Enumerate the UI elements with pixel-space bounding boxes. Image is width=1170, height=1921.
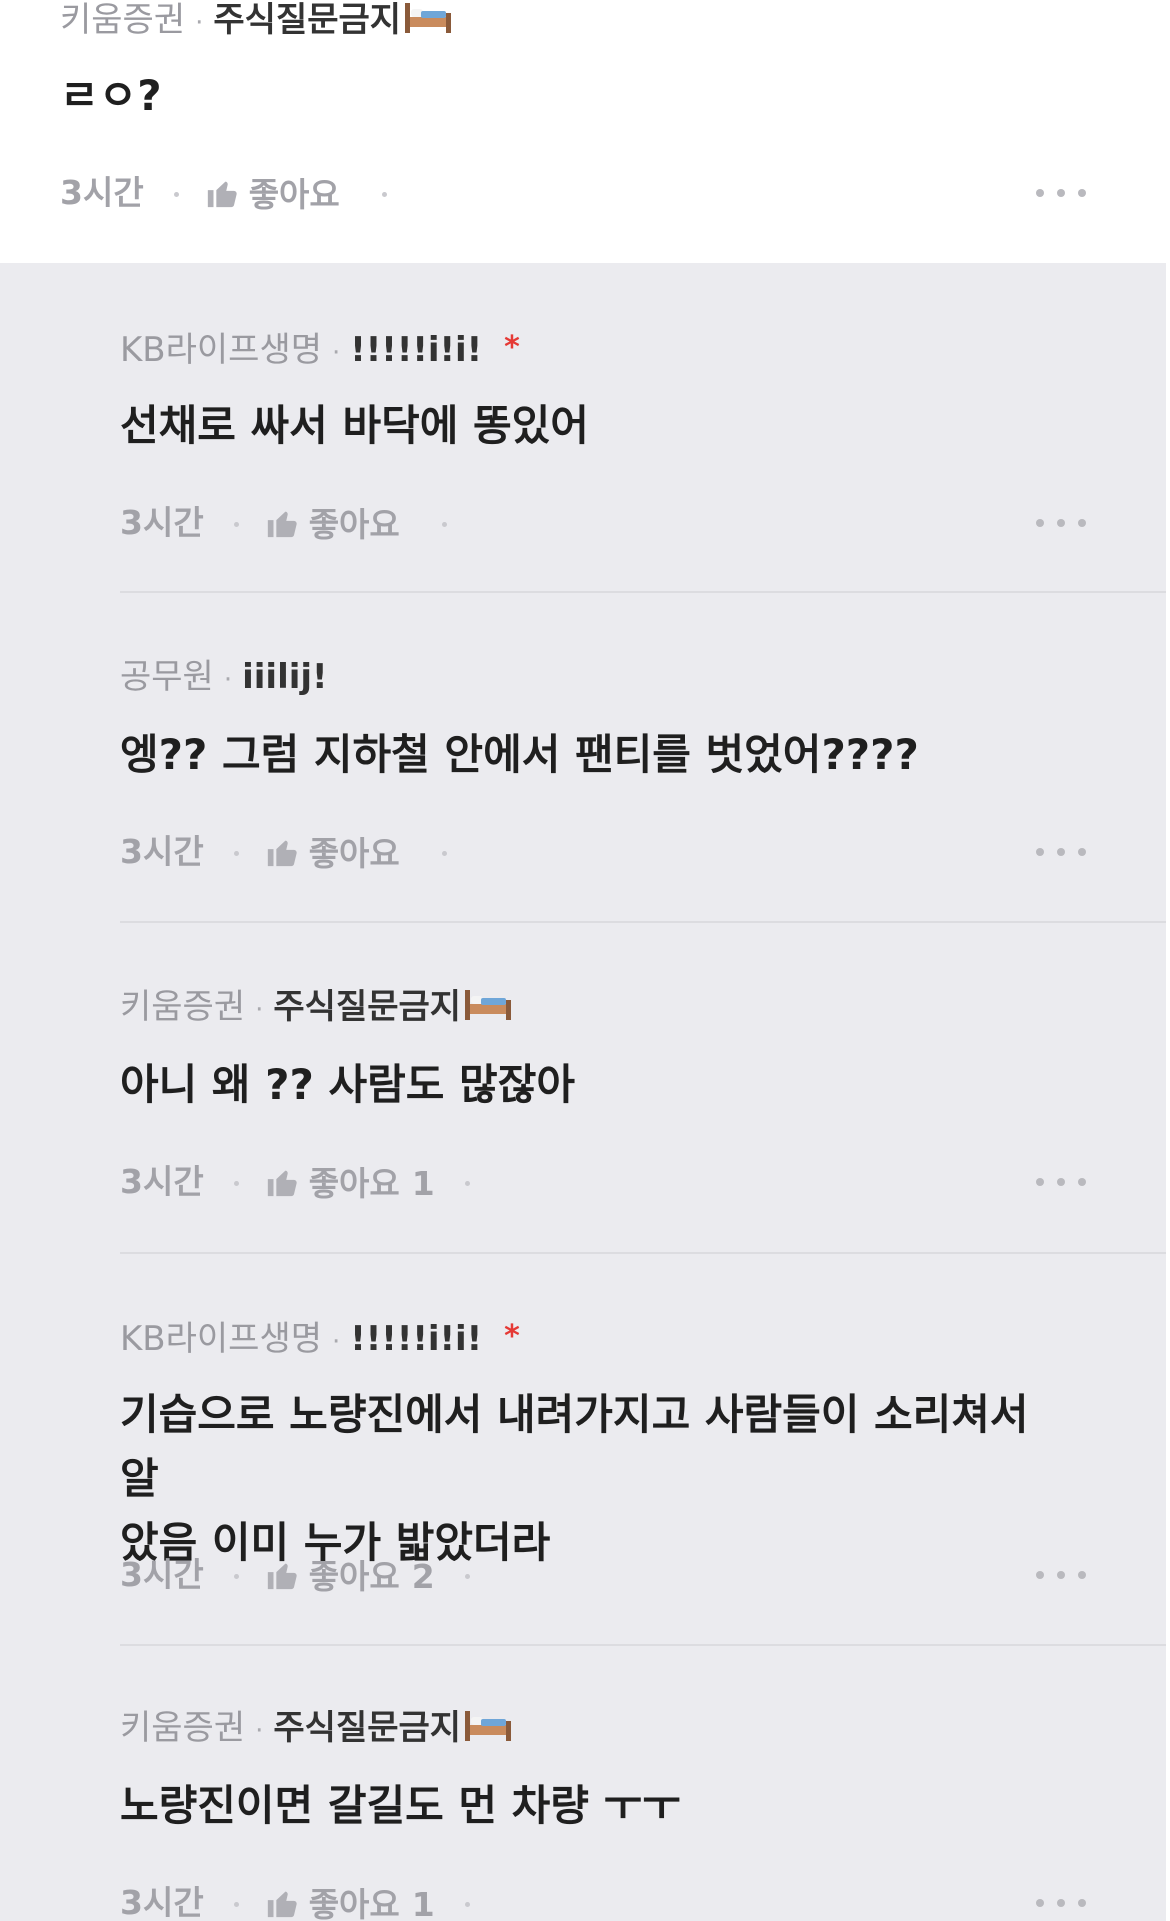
like-label: 좋아요 [308, 504, 400, 544]
more-options-button[interactable] [1036, 168, 1086, 218]
author-company: 키움증권 [120, 987, 246, 1027]
author-company: KB라이프생명 [120, 1319, 323, 1359]
comment-text: 기습으로 노량진에서 내려가지고 사람들이 소리쳐서 알 았음 이미 누가 밟았… [120, 1390, 1029, 1567]
like-label: 좋아요 [308, 1884, 400, 1921]
reply-comment: 키움증권 · 주식질문금지 노량진이면 갈길도 먼 차량 ㅜㅜ 3시간 좋아요 1 [0, 1646, 1166, 1921]
separator-dot [233, 1902, 239, 1907]
comment-footer: 3시간 좋아요 [120, 827, 1120, 877]
more-options-button[interactable] [1036, 1878, 1086, 1921]
author-nickname[interactable]: 주식질문금지 [273, 1708, 461, 1748]
comment-author: 키움증권 · 주식질문금지 [120, 985, 513, 1029]
comment-footer: 3시간 좋아요 2 [120, 1550, 1120, 1600]
asterisk-badge: * [504, 1319, 520, 1354]
author-nickname[interactable]: !!!!!i!i! [350, 330, 482, 370]
comment-author: KB라이프생명 · !!!!!i!i! * [120, 326, 520, 370]
separator-dot [441, 851, 447, 856]
more-options-button[interactable] [1036, 1550, 1086, 1600]
separator-dot [441, 522, 447, 527]
reply-comment: KB라이프생명 · !!!!!i!i! * 선채로 싸서 바닥에 똥있어 3시간 좋아요 [0, 263, 1166, 593]
separator-dot [233, 851, 239, 856]
reply-comment: 공무원 · iiilij! 엥?? 그럼 지하철 안에서 팬티를 벗었어???? 3… [0, 593, 1166, 923]
like-button[interactable]: 좋아요 [265, 500, 412, 550]
comment-author: 키움증권 · 주식질문금지 [120, 1706, 513, 1750]
author-nickname[interactable]: 주식질문금지 [213, 0, 401, 40]
comment-footer: 3시간 좋아요 1 [120, 1157, 1120, 1207]
comment-time: 3시간 [120, 1883, 204, 1921]
comment-time: 3시간 [60, 173, 144, 212]
like-button[interactable]: 좋아요 1 [265, 1880, 435, 1921]
author-company: 키움증권 [120, 1708, 246, 1748]
like-count: 2 [411, 1556, 435, 1596]
bed-emoji-icon [465, 990, 512, 1020]
comment-footer: 3시간 좋아요 1 [120, 1878, 1120, 1921]
comment-time: 3시간 [120, 832, 204, 871]
comment-text: 아니 왜 ?? 사람도 많잖아 [120, 1060, 575, 1109]
thumbs-up-icon [207, 181, 237, 207]
like-count: 1 [411, 1163, 435, 1203]
separator-dot [464, 1574, 470, 1579]
comment-author: KB라이프생명 · !!!!!i!i! * [120, 1315, 520, 1359]
separator: · [223, 665, 233, 695]
like-label: 좋아요 [308, 1556, 400, 1596]
comment-text: 노량진이면 갈길도 먼 차량 ㅜㅜ [120, 1781, 681, 1830]
like-label: 좋아요 [248, 174, 340, 214]
more-options-button[interactable] [1036, 498, 1086, 548]
comment-text: ㄹㅇ? [60, 71, 162, 120]
author-nickname[interactable]: 주식질문금지 [273, 987, 461, 1027]
separator-dot [464, 1902, 470, 1907]
asterisk-badge: * [504, 330, 520, 365]
separator: · [332, 1327, 341, 1357]
comment-text: 엥?? 그럼 지하철 안에서 팬티를 벗었어???? [120, 730, 919, 779]
thumbs-up-icon [267, 511, 297, 537]
comment-author: 공무원 · iiilij! [120, 655, 328, 699]
separator: · [255, 1716, 264, 1746]
bed-emoji-icon [465, 1711, 512, 1741]
separator-dot [233, 1574, 239, 1579]
separator-dot [381, 192, 387, 197]
like-button[interactable]: 좋아요 1 [265, 1159, 435, 1209]
like-button[interactable]: 좋아요 [265, 829, 412, 879]
like-button[interactable]: 좋아요 2 [265, 1552, 435, 1602]
thumbs-up-icon [267, 1170, 297, 1196]
author-company: 키움증권 [60, 0, 186, 40]
like-button[interactable]: 좋아요 [205, 170, 352, 220]
author-nickname[interactable]: iiilij! [242, 657, 327, 697]
comment-time: 3시간 [120, 503, 204, 542]
separator: · [255, 995, 264, 1025]
bed-emoji-icon [405, 3, 452, 33]
separator-dot [233, 1181, 239, 1186]
reply-comment: KB라이프생명 · !!!!!i!i! * 기습으로 노량진에서 내려가지고 사람들이… [0, 1253, 1166, 1646]
comment-text: 선채로 싸서 바닥에 똥있어 [120, 401, 589, 450]
thumbs-up-icon [267, 1563, 297, 1589]
comment-footer: 3시간 좋아요 [60, 168, 1060, 218]
more-options-button[interactable] [1036, 827, 1086, 877]
comment-time: 3시간 [120, 1555, 204, 1594]
like-label: 좋아요 [308, 1163, 400, 1203]
more-options-button[interactable] [1036, 1157, 1086, 1207]
like-label: 좋아요 [308, 833, 400, 873]
comment-time: 3시간 [120, 1162, 204, 1201]
separator-dot [233, 522, 239, 527]
comment-footer: 3시간 좋아요 [120, 498, 1120, 548]
comment: 키움증권 · 주식질문금지 ㄹㅇ? 3시간 좋아요 [0, 0, 1166, 263]
separator-dot [464, 1181, 470, 1186]
reply-comment: 키움증권 · 주식질문금지 아니 왜 ?? 사람도 많잖아 3시간 좋아요 1 [0, 923, 1166, 1254]
author-company: KB라이프생명 [120, 330, 323, 370]
author-company: 공무원 [120, 657, 214, 697]
like-count: 1 [411, 1884, 435, 1921]
author-nickname[interactable]: !!!!!i!i! [350, 1319, 482, 1359]
separator: · [195, 8, 204, 38]
thumbs-up-icon [267, 1891, 297, 1917]
page-edge [1166, 0, 1170, 1921]
separator: · [332, 338, 341, 368]
comment-author: 키움증권 · 주식질문금지 [60, 0, 453, 42]
thumbs-up-icon [267, 840, 297, 866]
separator-dot [173, 192, 179, 197]
